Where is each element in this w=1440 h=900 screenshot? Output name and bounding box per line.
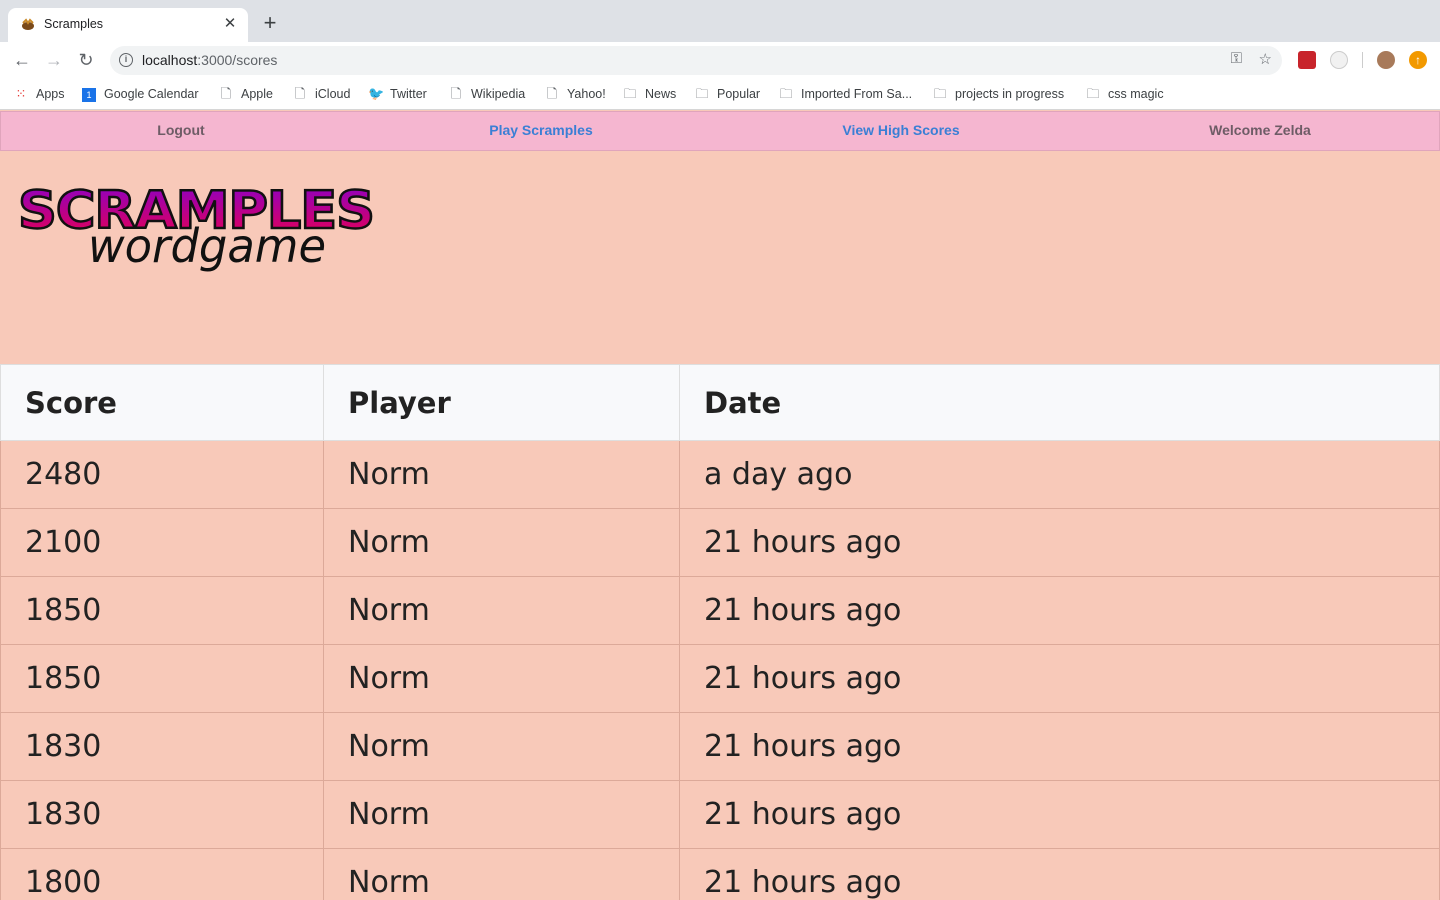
table-row: 2100 Norm 21 hours ago xyxy=(0,508,1440,577)
url-host: localhost xyxy=(142,52,198,68)
bookmark-wikipedia[interactable]: 🗋 Wikipedia xyxy=(449,84,525,104)
bookmark-folder-popular[interactable]: 🗀 Popular xyxy=(695,84,760,104)
date-cell: 21 hours ago xyxy=(679,644,1440,713)
folder-icon: 🗀 xyxy=(779,86,793,101)
scramples-favicon-icon xyxy=(22,18,34,30)
url-path: :3000/scores xyxy=(197,52,278,68)
player-cell: Norm xyxy=(323,644,680,713)
bookmark-apple[interactable]: 🗋 Apple xyxy=(219,84,273,104)
page-icon: 🗋 xyxy=(294,86,306,101)
tab-title: Scramples xyxy=(44,17,104,31)
bookmark-folder-css-magic[interactable]: 🗀 css magic xyxy=(1086,84,1163,104)
address-bar[interactable]: i localhost:3000/scores ⚿ ☆ xyxy=(110,46,1282,75)
player-cell: Norm xyxy=(323,440,680,509)
score-cell: 1800 xyxy=(0,848,324,900)
back-icon[interactable]: ← xyxy=(10,48,34,72)
forward-icon[interactable]: → xyxy=(42,48,66,72)
twitter-icon: 🐦 xyxy=(368,86,385,101)
welcome-text: Welcome Zelda xyxy=(1209,122,1311,138)
toolbar-divider xyxy=(1362,52,1363,68)
avatar[interactable] xyxy=(1377,51,1395,69)
table-row: 1850 Norm 21 hours ago xyxy=(0,576,1440,645)
extension-icon[interactable] xyxy=(1298,51,1316,69)
calendar-icon: 1 xyxy=(82,88,96,102)
url-text: localhost:3000/scores xyxy=(142,52,277,68)
new-tab-icon[interactable]: + xyxy=(258,12,282,36)
bookmark-google-calendar[interactable]: 1 Google Calendar xyxy=(82,84,199,104)
score-cell: 1850 xyxy=(0,576,324,645)
table-row: 1830 Norm 21 hours ago xyxy=(0,712,1440,781)
update-icon[interactable]: ↑ xyxy=(1409,51,1427,69)
score-cell: 2100 xyxy=(0,508,324,577)
page-icon: 🗋 xyxy=(220,86,232,101)
date-cell: 21 hours ago xyxy=(679,780,1440,849)
date-cell: 21 hours ago xyxy=(679,848,1440,900)
table-row: 2480 Norm a day ago xyxy=(0,440,1440,509)
score-cell: 1830 xyxy=(0,712,324,781)
player-cell: Norm xyxy=(323,780,680,849)
extension-icon[interactable] xyxy=(1330,51,1348,69)
folder-icon: 🗀 xyxy=(695,86,709,101)
table-header-row: Score Player Date xyxy=(0,364,1440,441)
bookmark-twitter[interactable]: 🐦 Twitter xyxy=(368,84,427,104)
date-cell: 21 hours ago xyxy=(679,576,1440,645)
high-scores-table: Score Player Date 2480 Norm a day ago 21… xyxy=(0,364,1440,900)
bookmark-icloud[interactable]: 🗋 iCloud xyxy=(293,84,351,104)
bookmark-star-icon[interactable]: ☆ xyxy=(1259,50,1272,68)
table-row: 1800 Norm 21 hours ago xyxy=(0,848,1440,900)
score-cell: 2480 xyxy=(0,440,324,509)
page-icon: 🗋 xyxy=(450,86,462,101)
key-icon[interactable]: ⚿ xyxy=(1231,50,1242,67)
scramples-logo[interactable]: SCRAMPLES wordgame xyxy=(18,178,398,288)
date-cell: a day ago xyxy=(679,440,1440,509)
browser-tabstrip: Scramples ✕ + xyxy=(0,0,1440,42)
browser-tab[interactable]: Scramples ✕ xyxy=(8,8,248,42)
reload-icon[interactable]: ↻ xyxy=(74,48,98,72)
bookmark-apps[interactable]: ⁙ Apps xyxy=(14,84,65,104)
date-column-header: Date xyxy=(679,364,1440,441)
bookmark-folder-projects[interactable]: 🗀 projects in progress xyxy=(933,84,1064,104)
score-column-header: Score xyxy=(0,364,324,441)
table-row: 1830 Norm 21 hours ago xyxy=(0,780,1440,849)
bookmark-yahoo[interactable]: 🗋 Yahoo! xyxy=(545,84,606,104)
close-tab-icon[interactable]: ✕ xyxy=(220,14,240,34)
page-icon: 🗋 xyxy=(546,86,558,101)
app-nav: Logout Play Scramples View High Scores W… xyxy=(0,111,1440,151)
folder-icon: 🗀 xyxy=(1086,86,1100,101)
date-cell: 21 hours ago xyxy=(679,508,1440,577)
folder-icon: 🗀 xyxy=(623,86,637,101)
bookmark-folder-imported[interactable]: 🗀 Imported From Sa... xyxy=(779,84,912,104)
logout-link[interactable]: Logout xyxy=(1,122,361,138)
logo-subtitle: wordgame xyxy=(88,219,326,273)
apps-grid-icon: ⁙ xyxy=(15,86,27,101)
player-cell: Norm xyxy=(323,576,680,645)
player-column-header: Player xyxy=(323,364,680,441)
folder-icon: 🗀 xyxy=(933,86,947,101)
player-cell: Norm xyxy=(323,712,680,781)
player-cell: Norm xyxy=(323,508,680,577)
view-high-scores-link[interactable]: View High Scores xyxy=(721,122,1081,138)
score-cell: 1850 xyxy=(0,644,324,713)
player-cell: Norm xyxy=(323,848,680,900)
bookmark-folder-news[interactable]: 🗀 News xyxy=(623,84,676,104)
table-row: 1850 Norm 21 hours ago xyxy=(0,644,1440,713)
browser-toolbar: ← → ↻ i localhost:3000/scores ⚿ ☆ ↑ xyxy=(0,42,1440,78)
play-scramples-link[interactable]: Play Scramples xyxy=(361,122,721,138)
date-cell: 21 hours ago xyxy=(679,712,1440,781)
site-info-icon[interactable]: i xyxy=(119,53,133,67)
bookmarks-bar: ⁙ Apps 1 Google Calendar 🗋 Apple 🗋 iCloud 🐦 T… xyxy=(0,78,1440,110)
score-cell: 1830 xyxy=(0,780,324,849)
